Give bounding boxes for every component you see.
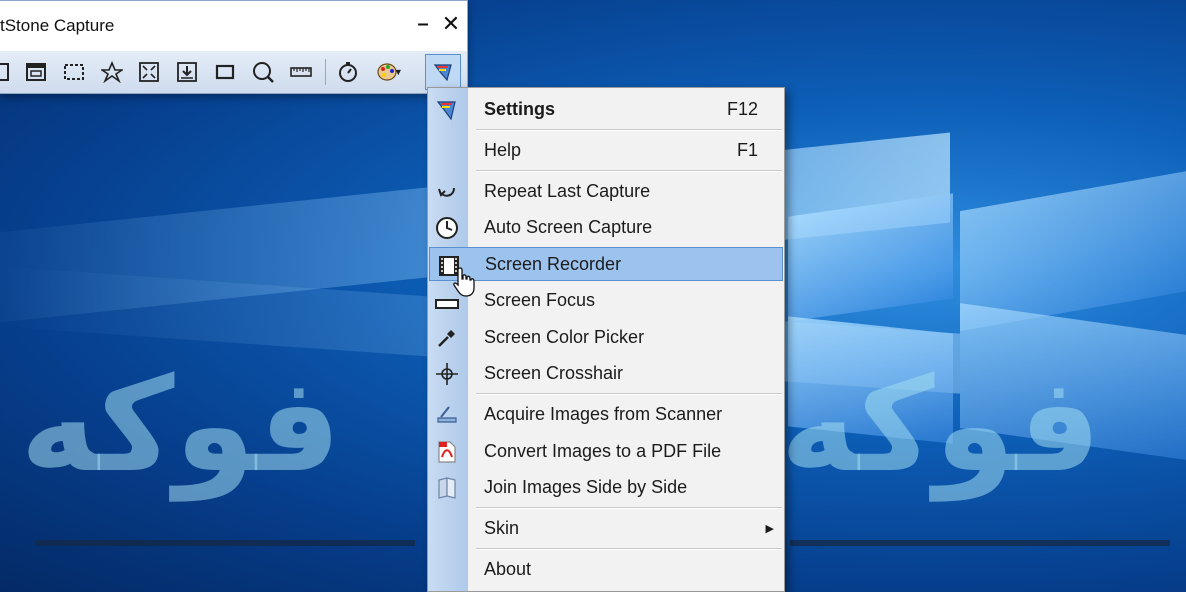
- chevron-down-icon: ▼: [393, 67, 403, 77]
- scanner-icon: [434, 402, 460, 428]
- minimize-button[interactable]: –: [410, 11, 436, 37]
- menu-separator: [476, 129, 782, 131]
- menu-item-acquire-from-scanner[interactable]: Acquire Images from Scanner: [428, 397, 784, 431]
- capture-fullscreen-icon[interactable]: [133, 56, 165, 88]
- capture-fixed-region-icon[interactable]: [209, 56, 241, 88]
- settings-context-menu: Settings F12 Help F1 Repeat Last Capture…: [427, 87, 785, 592]
- menu-item-repeat-last-capture[interactable]: Repeat Last Capture: [428, 174, 784, 208]
- menu-item-shortcut: F12: [726, 98, 758, 119]
- menu-item-label: Screen Color Picker: [484, 326, 645, 347]
- menu-separator: [476, 548, 782, 550]
- menu-item-screen-recorder[interactable]: Screen Recorder: [429, 247, 783, 281]
- menu-item-label: Screen Crosshair: [484, 362, 624, 383]
- menu-item-about[interactable]: About: [428, 552, 784, 586]
- menu-item-settings[interactable]: Settings F12: [428, 92, 784, 126]
- menu-item-label: Screen Focus: [484, 289, 596, 310]
- watermark-text: فوكه: [20, 349, 342, 501]
- settings-menu-icon[interactable]: [425, 54, 462, 90]
- menu-item-auto-screen-capture[interactable]: Auto Screen Capture: [428, 210, 784, 244]
- capture-scrolling-icon[interactable]: [171, 56, 203, 88]
- watermark-underline: [790, 540, 1170, 546]
- watermark-text: فوكه: [780, 349, 1102, 501]
- menu-separator: [476, 170, 782, 172]
- submenu-arrow-icon: ▶: [765, 522, 774, 535]
- capture-rectangle-icon[interactable]: [58, 56, 90, 88]
- close-button[interactable]: ✕: [438, 11, 464, 37]
- menu-item-shortcut: F1: [736, 139, 758, 160]
- menu-item-screen-focus[interactable]: Screen Focus: [428, 283, 784, 317]
- menu-item-label: Screen Recorder: [485, 253, 622, 274]
- clock-icon: [434, 215, 460, 241]
- menu-item-label: Acquire Images from Scanner: [484, 403, 723, 424]
- magnifier-icon[interactable]: [247, 56, 279, 88]
- windows-logo-pane: [960, 168, 1186, 332]
- capture-freehand-icon[interactable]: [96, 56, 128, 88]
- menu-item-label: About: [484, 558, 532, 579]
- capture-active-window-icon[interactable]: [20, 56, 52, 88]
- menu-item-label: Help: [484, 139, 522, 160]
- capture-toolbar: ▼: [0, 51, 467, 93]
- menu-item-help[interactable]: Help F1: [428, 133, 784, 167]
- windows-logo-pane: [788, 193, 953, 322]
- menu-item-convert-to-pdf[interactable]: Convert Images to a PDF File: [428, 434, 784, 468]
- capture-toolbar-window: tStone Capture – ✕ ▼: [0, 0, 468, 94]
- menu-item-screen-crosshair[interactable]: Screen Crosshair: [428, 356, 784, 390]
- crosshair-icon: [434, 361, 460, 387]
- delay-timer-icon[interactable]: [332, 56, 364, 88]
- hand-cursor-icon: [453, 267, 475, 297]
- join-icon: [434, 475, 460, 501]
- watermark-underline: [35, 540, 415, 546]
- menu-separator: [476, 393, 782, 395]
- eyedropper-icon: [434, 325, 460, 351]
- toolbar-separator: [324, 59, 326, 85]
- menu-item-label: Repeat Last Capture: [484, 180, 651, 201]
- capture-window-icon[interactable]: [0, 56, 10, 88]
- menu-separator: [476, 507, 782, 509]
- output-palette-icon[interactable]: ▼: [369, 56, 409, 88]
- menu-item-label: Join Images Side by Side: [484, 476, 688, 497]
- menu-item-screen-color-picker[interactable]: Screen Color Picker: [428, 320, 784, 354]
- menu-item-join-images[interactable]: Join Images Side by Side: [428, 470, 784, 504]
- menu-item-label: Skin: [484, 517, 520, 538]
- menu-item-label: Convert Images to a PDF File: [484, 440, 722, 461]
- pdf-icon: [434, 439, 460, 465]
- title-bar[interactable]: tStone Capture – ✕: [0, 1, 467, 51]
- menu-item-label: Settings: [484, 98, 556, 119]
- menu-item-label: Auto Screen Capture: [484, 216, 653, 237]
- window-title: tStone Capture: [0, 16, 115, 35]
- ruler-icon[interactable]: [285, 56, 317, 88]
- repeat-icon: [434, 179, 460, 205]
- menu-item-skin[interactable]: Skin ▶: [428, 511, 784, 545]
- settings-icon: [434, 97, 460, 123]
